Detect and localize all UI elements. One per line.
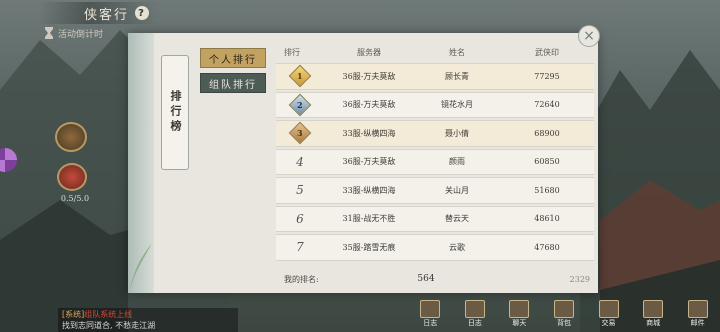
row-score: 48610 (534, 214, 560, 224)
silver-medal-icon: 2 (288, 93, 312, 117)
row-rank: 7 (296, 240, 304, 255)
nav-item-bag[interactable]: 背包 (548, 300, 580, 332)
row-score: 72640 (534, 100, 560, 110)
nav-item-chat[interactable]: 聊天 (503, 300, 535, 332)
row-name: 关山月 (445, 185, 469, 195)
nav-item-shop[interactable]: 商城 (637, 300, 669, 332)
row-rank: 5 (296, 183, 304, 198)
row-score: 68900 (534, 128, 560, 138)
row-server: 36服-万夫莫敌 (342, 157, 396, 167)
trade-icon (598, 300, 619, 318)
my-rank-label: 我的排名: (284, 274, 319, 284)
bottom-nav: 日志 日志 聊天 背包 交易 商城 邮件 (408, 300, 720, 332)
panel-title: 排行榜 (161, 55, 189, 170)
table-row[interactable]: 3 33服-纵横四海 聂小倩 68900 (276, 120, 594, 147)
scroll-icon (420, 300, 441, 318)
my-rank-row: 我的排名: 564 2329 (276, 271, 594, 287)
my-rank-score: 2329 (569, 274, 590, 284)
bag-icon (553, 300, 574, 318)
book-icon (464, 300, 485, 318)
mail-icon (687, 300, 708, 318)
row-name: 聂小倩 (445, 128, 469, 138)
row-name: 镜花水月 (441, 100, 473, 110)
tab-personal-ranking[interactable]: 个人排行 (200, 48, 266, 68)
timer-label: 活动倒计时 (58, 29, 104, 40)
tab-team-ranking[interactable]: 组队排行 (200, 73, 266, 93)
gift-progress-label: 0.5/5.0 (60, 194, 90, 203)
chat-box[interactable]: [系统]组队系统上线 找到志同道合, 不愁走江湖 (58, 308, 238, 332)
row-server: 36服-万夫莫敌 (342, 100, 396, 110)
nav-item-mail[interactable]: 邮件 (682, 300, 714, 332)
row-name: 替云天 (445, 214, 469, 224)
column-header-name: 姓名 (449, 47, 465, 57)
nav-item-trade[interactable]: 交易 (593, 300, 625, 332)
chat-system-tag: [系统] (62, 310, 85, 319)
row-score: 60850 (534, 157, 560, 167)
event-title-bar: 侠客行 ? (40, 2, 160, 24)
row-score: 77295 (534, 71, 560, 81)
row-score: 51680 (534, 185, 560, 195)
row-name: 云歌 (449, 242, 465, 252)
row-server: 33服-纵横四海 (342, 128, 396, 138)
row-name: 顾长青 (445, 71, 469, 81)
row-name: 颜雨 (449, 157, 465, 167)
hourglass-icon (45, 27, 53, 39)
leaderboard-panel: 排行榜 个人排行 组队排行 排行 服务器 姓名 武侠印 1 36服-万夫莫敌 顾… (128, 33, 598, 293)
row-server: 31服-战无不胜 (342, 214, 396, 224)
bronze-medal-icon: 3 (288, 121, 312, 145)
column-header-server: 服务器 (357, 47, 381, 57)
close-icon[interactable]: × (578, 25, 600, 47)
row-server: 33服-纵横四海 (342, 185, 396, 195)
chat-line-2: 找到志同道合, 不愁走江湖 (62, 321, 156, 330)
ranking-table: 排行 服务器 姓名 武侠印 1 36服-万夫莫敌 顾长青 77295 2 36服… (276, 43, 594, 286)
nav-item-log[interactable]: 日志 (414, 300, 446, 332)
column-header-score: 武侠印 (535, 47, 559, 57)
table-row[interactable]: 7 35服-踏雪无痕 云歌 47680 (276, 234, 594, 261)
bamboo-leaf-decoration (129, 243, 152, 293)
column-header-rank: 排行 (284, 47, 300, 57)
event-title: 侠客行 (84, 7, 130, 23)
table-row[interactable]: 6 31服-战无不胜 替云天 48610 (276, 205, 594, 232)
chat-icon (509, 300, 530, 318)
table-row[interactable]: 1 36服-万夫莫敌 顾长青 77295 (276, 63, 594, 90)
chat-line-1: 组队系统上线 (84, 310, 133, 319)
row-server: 35服-踏雪无痕 (342, 242, 396, 252)
my-rank-value: 564 (417, 274, 435, 284)
pinwheel-icon[interactable] (0, 145, 18, 175)
table-row[interactable]: 4 36服-万夫莫敌 颜雨 60850 (276, 148, 594, 175)
table-row[interactable]: 2 36服-万夫莫敌 镜花水月 72640 (276, 91, 594, 118)
row-server: 36服-万夫莫敌 (342, 71, 396, 81)
gold-medal-icon: 1 (288, 64, 312, 88)
table-header: 排行 服务器 姓名 武侠印 (276, 43, 594, 61)
treasure-chest-icon[interactable] (55, 122, 87, 152)
row-rank: 6 (296, 211, 304, 226)
row-score: 47680 (534, 242, 560, 252)
gift-box-icon[interactable] (57, 163, 87, 191)
table-row[interactable]: 5 33服-纵横四海 关山月 51680 (276, 177, 594, 204)
row-rank: 4 (296, 154, 304, 169)
shop-icon (643, 300, 664, 318)
help-icon[interactable]: ? (135, 6, 150, 20)
nav-item-log-2[interactable]: 日志 (459, 300, 491, 332)
